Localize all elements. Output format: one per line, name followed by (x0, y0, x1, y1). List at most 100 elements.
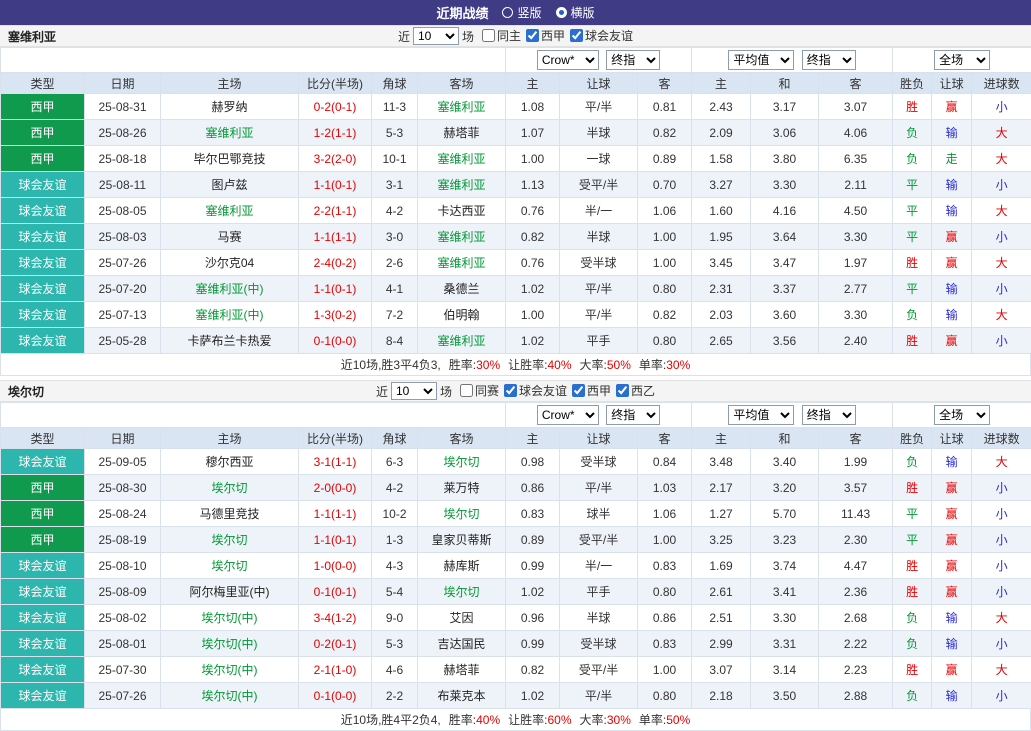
checkbox-input[interactable] (482, 29, 495, 42)
score-link[interactable]: 0-2(0-1) (299, 94, 372, 120)
score-link[interactable]: 3-2(2-0) (299, 146, 372, 172)
asia-handicap-cell: 受半球 (560, 449, 638, 475)
home-team-link[interactable]: 沙尔克04 (161, 250, 299, 276)
home-team-link[interactable]: 埃尔切 (161, 475, 299, 501)
away-team-link[interactable]: 布莱克本 (418, 683, 506, 709)
filter-checkbox[interactable]: 西甲 (572, 382, 611, 399)
score-link[interactable]: 2-4(0-2) (299, 250, 372, 276)
score-link[interactable]: 3-1(1-1) (299, 449, 372, 475)
away-team-link[interactable]: 吉达国民 (418, 631, 506, 657)
score-link[interactable]: 1-1(0-1) (299, 172, 372, 198)
asia-index-select[interactable]: 终指 (606, 405, 660, 425)
recent-count-select[interactable]: 10 (413, 27, 459, 45)
europe-index-select[interactable]: 终指 (802, 405, 856, 425)
away-team-link[interactable]: 塞维利亚 (418, 172, 506, 198)
scope-select[interactable]: 全场 (934, 50, 990, 70)
away-team-link[interactable]: 塞维利亚 (418, 224, 506, 250)
home-team-link[interactable]: 马德里竞技 (161, 501, 299, 527)
asia-company-select[interactable]: Crow* (537, 50, 599, 70)
outcome-cell: 平 (893, 501, 932, 527)
handicap-result-cell: 赢 (932, 250, 972, 276)
home-team-link[interactable]: 埃尔切(中) (161, 605, 299, 631)
away-team-link[interactable]: 塞维利亚 (418, 328, 506, 354)
home-team-link[interactable]: 塞维利亚(中) (161, 302, 299, 328)
europe-company-select[interactable]: 平均值 (728, 50, 794, 70)
checkbox-input[interactable] (572, 384, 585, 397)
away-team-link[interactable]: 艾因 (418, 605, 506, 631)
home-team-link[interactable]: 埃尔切 (161, 527, 299, 553)
europe-home-odds-cell: 3.45 (692, 250, 751, 276)
score-link[interactable]: 1-3(0-2) (299, 302, 372, 328)
score-link[interactable]: 3-4(1-2) (299, 605, 372, 631)
away-team-link[interactable]: 伯明翰 (418, 302, 506, 328)
away-team-link[interactable]: 塞维利亚 (418, 146, 506, 172)
home-team-link[interactable]: 马赛 (161, 224, 299, 250)
home-team-link[interactable]: 塞维利亚 (161, 198, 299, 224)
score-link[interactable]: 1-1(1-1) (299, 224, 372, 250)
scope-select[interactable]: 全场 (934, 405, 990, 425)
checkbox-input[interactable] (504, 384, 517, 397)
corners-cell: 4-6 (372, 657, 418, 683)
checkbox-input[interactable] (460, 384, 473, 397)
filter-checkbox[interactable]: 西乙 (616, 382, 655, 399)
away-team-link[interactable]: 塞维利亚 (418, 250, 506, 276)
filter-checkbox[interactable]: 球会友谊 (504, 382, 567, 399)
away-team-link[interactable]: 埃尔切 (418, 579, 506, 605)
league-cell: 西甲 (1, 527, 85, 553)
away-team-link[interactable]: 皇家贝蒂斯 (418, 527, 506, 553)
score-link[interactable]: 2-2(1-1) (299, 198, 372, 224)
home-team-link[interactable]: 毕尔巴鄂竞技 (161, 146, 299, 172)
filter-checkbox[interactable]: 球会友谊 (570, 27, 633, 44)
filter-checkbox[interactable]: 同赛 (460, 382, 499, 399)
score-link[interactable]: 0-1(0-0) (299, 683, 372, 709)
home-team-link[interactable]: 赫罗纳 (161, 94, 299, 120)
checkbox-input[interactable] (616, 384, 629, 397)
outcome-cell: 负 (893, 449, 932, 475)
home-team-link[interactable]: 埃尔切 (161, 553, 299, 579)
view-option-horizontal[interactable]: 横版 (556, 4, 595, 21)
filter-checkbox[interactable]: 同主 (482, 27, 521, 44)
score-link[interactable]: 1-1(0-1) (299, 527, 372, 553)
home-team-link[interactable]: 埃尔切(中) (161, 657, 299, 683)
europe-company-select[interactable]: 平均值 (728, 405, 794, 425)
checkbox-input[interactable] (526, 29, 539, 42)
view-option-vertical[interactable]: 竖版 (502, 4, 541, 21)
away-team-link[interactable]: 埃尔切 (418, 501, 506, 527)
recent-count-select[interactable]: 10 (391, 382, 437, 400)
away-team-link[interactable]: 卡达西亚 (418, 198, 506, 224)
home-team-link[interactable]: 埃尔切(中) (161, 683, 299, 709)
home-team-link[interactable]: 卡萨布兰卡热爱 (161, 328, 299, 354)
away-team-link[interactable]: 赫库斯 (418, 553, 506, 579)
asia-company-select[interactable]: Crow* (537, 405, 599, 425)
score-link[interactable]: 0-1(0-0) (299, 328, 372, 354)
score-link[interactable]: 2-1(1-0) (299, 657, 372, 683)
away-team-link[interactable]: 埃尔切 (418, 449, 506, 475)
checkbox-input[interactable] (570, 29, 583, 42)
away-team-link[interactable]: 塞维利亚 (418, 94, 506, 120)
away-team-link[interactable]: 赫塔菲 (418, 120, 506, 146)
europe-home-odds-cell: 2.43 (692, 94, 751, 120)
score-link[interactable]: 1-0(0-0) (299, 553, 372, 579)
home-team-link[interactable]: 塞维利亚 (161, 120, 299, 146)
score-link[interactable]: 1-2(1-1) (299, 120, 372, 146)
score-link[interactable]: 0-1(0-1) (299, 579, 372, 605)
asia-index-select[interactable]: 终指 (606, 50, 660, 70)
home-team-link[interactable]: 穆尔西亚 (161, 449, 299, 475)
score-link[interactable]: 1-1(0-1) (299, 276, 372, 302)
score-link[interactable]: 1-1(1-1) (299, 501, 372, 527)
away-team-link[interactable]: 桑德兰 (418, 276, 506, 302)
corners-cell: 10-1 (372, 146, 418, 172)
score-link[interactable]: 2-0(0-0) (299, 475, 372, 501)
filter-checkbox[interactable]: 西甲 (526, 27, 565, 44)
europe-index-select[interactable]: 终指 (802, 50, 856, 70)
home-team-link[interactable]: 塞维利亚(中) (161, 276, 299, 302)
away-team-link[interactable]: 莱万特 (418, 475, 506, 501)
home-team-link[interactable]: 图卢兹 (161, 172, 299, 198)
away-team-link[interactable]: 赫塔菲 (418, 657, 506, 683)
col-home: 主场 (161, 428, 299, 449)
home-team-link[interactable]: 阿尔梅里亚(中) (161, 579, 299, 605)
home-team-link[interactable]: 埃尔切(中) (161, 631, 299, 657)
section-header: 埃尔切 近 10 场 同赛球会友谊西甲西乙 (0, 380, 1031, 402)
summary-stat: 单率:30% (639, 358, 690, 372)
score-link[interactable]: 0-2(0-1) (299, 631, 372, 657)
